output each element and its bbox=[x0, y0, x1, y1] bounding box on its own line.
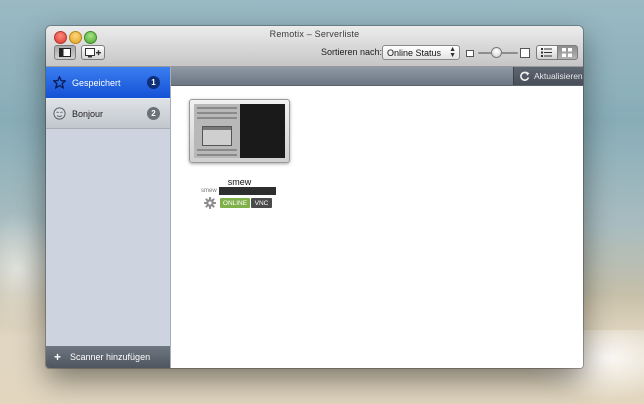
server-name[interactable]: smew bbox=[189, 177, 290, 187]
add-server-button[interactable] bbox=[81, 45, 105, 60]
sidebar-item-gespeichert[interactable]: Gespeichert 1 bbox=[46, 67, 170, 98]
refresh-icon bbox=[520, 71, 530, 81]
server-thumbnail[interactable] bbox=[189, 99, 290, 163]
monitor-plus-icon bbox=[85, 47, 101, 57]
server-host-label: smew bbox=[201, 188, 217, 194]
refresh-button[interactable]: Aktualisieren bbox=[513, 67, 583, 85]
large-thumbnail-icon bbox=[520, 48, 530, 58]
plus-icon: + bbox=[54, 350, 62, 364]
sidebar-item-label: Gespeichert bbox=[72, 77, 121, 88]
gear-icon[interactable] bbox=[204, 197, 216, 209]
title-bar: Remotix – Serverliste Sortieren nach: On… bbox=[46, 26, 583, 67]
protocol-badge: VNC bbox=[251, 198, 272, 208]
bonjour-icon bbox=[52, 107, 66, 121]
sort-label: Sortieren nach: bbox=[321, 47, 383, 57]
sidebar-item-label: Bonjour bbox=[72, 108, 104, 119]
list-view-button[interactable] bbox=[536, 45, 558, 60]
status-badge: ONLINE bbox=[220, 198, 250, 208]
count-badge: 2 bbox=[147, 107, 160, 120]
grid-icon bbox=[562, 48, 573, 57]
zoom-slider[interactable] bbox=[466, 46, 530, 60]
remote-dialog bbox=[202, 126, 232, 146]
server-grid: smew smew ONLINE VNC bbox=[171, 86, 583, 368]
view-mode-control bbox=[536, 45, 578, 60]
grid-view-button[interactable] bbox=[557, 45, 578, 60]
refresh-label: Aktualisieren bbox=[534, 71, 583, 81]
window-title: Remotix – Serverliste bbox=[269, 29, 360, 39]
count-badge: 1 bbox=[147, 76, 160, 89]
server-host-field bbox=[219, 187, 276, 195]
remote-screen-preview bbox=[194, 104, 285, 158]
add-scanner-button[interactable]: + Scanner hinzufügen bbox=[46, 346, 170, 368]
star-icon bbox=[52, 76, 66, 90]
app-window: Remotix – Serverliste Sortieren nach: On… bbox=[46, 26, 583, 368]
small-thumbnail-icon bbox=[466, 50, 474, 57]
select-arrows-icon: ▲ ▼ bbox=[449, 46, 456, 59]
add-scanner-label: Scanner hinzufügen bbox=[70, 352, 151, 362]
sort-select-value: Online Status bbox=[387, 48, 442, 58]
sidebar-item-bonjour[interactable]: Bonjour 2 bbox=[46, 98, 170, 129]
sort-select[interactable]: Online Status ▲ ▼ bbox=[382, 45, 460, 60]
content-toolbar: Aktualisieren bbox=[171, 67, 583, 86]
zoom-slider-knob[interactable] bbox=[490, 47, 502, 58]
sidebar: Gespeichert 1 Bonjour 2 + Scanner hinzuf… bbox=[46, 67, 171, 368]
remote-screen-pane bbox=[194, 104, 240, 158]
list-icon bbox=[541, 48, 553, 57]
toggle-sidebar-button[interactable] bbox=[54, 45, 76, 60]
sidebar-icon bbox=[59, 48, 71, 57]
